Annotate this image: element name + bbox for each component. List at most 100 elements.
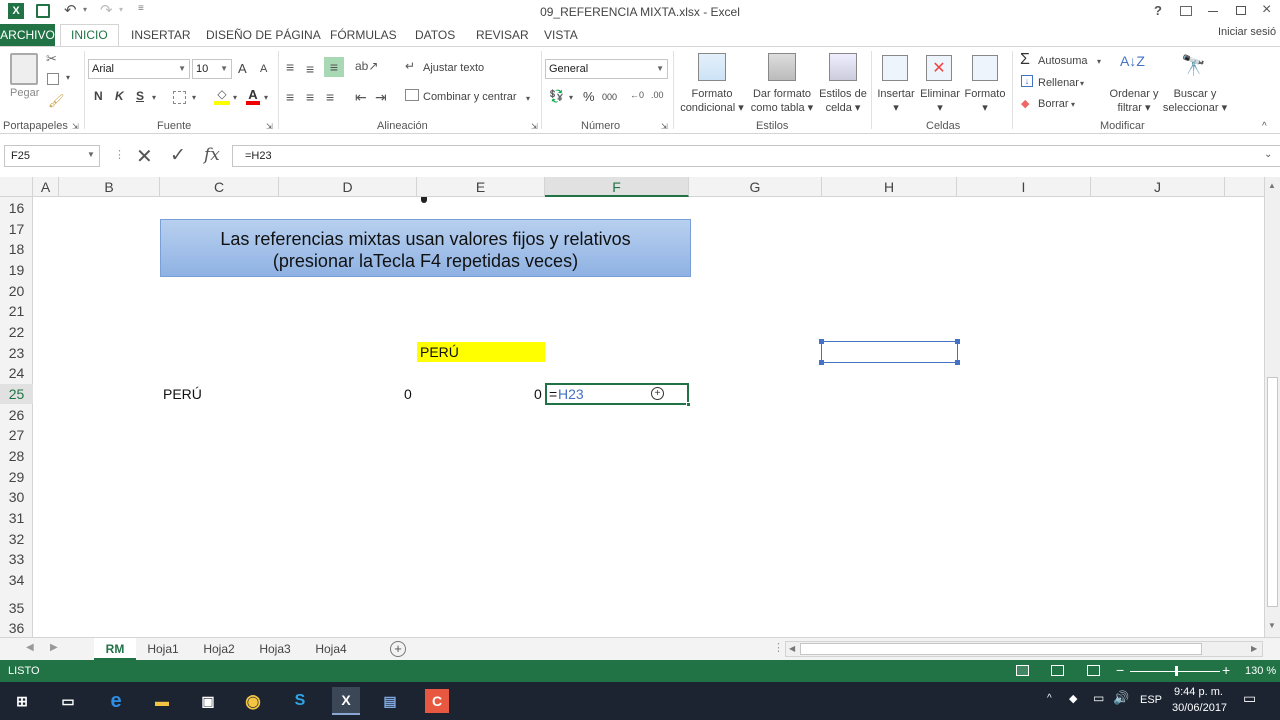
sheet-tab-hoja1[interactable]: Hoja1 [138, 638, 188, 660]
delete-cells-icon[interactable]: ✕ [926, 55, 952, 81]
number-format-select[interactable]: General ▼ [545, 59, 668, 79]
row-header-26[interactable]: 26 [0, 405, 33, 425]
tab-inicio[interactable]: INICIO [60, 24, 119, 47]
tab-diseno-pagina[interactable]: DISEÑO DE PÁGINA [206, 28, 321, 42]
show-hidden-icons-icon[interactable]: ^ [1047, 693, 1052, 704]
cell-e23[interactable]: PERÚ [417, 342, 545, 362]
autosum-button[interactable]: Autosuma [1038, 55, 1088, 67]
grow-font-icon[interactable]: A [238, 61, 247, 76]
scroll-down-icon[interactable]: ▼ [1268, 621, 1276, 630]
format-cells-button[interactable]: Formato ▾ [962, 87, 1008, 115]
align-bottom-icon[interactable]: ≡ [324, 57, 344, 77]
tab-formulas[interactable]: FÓRMULAS [330, 28, 397, 42]
portapapeles-launcher-icon[interactable]: ⇲ [72, 122, 79, 131]
font-color-dropdown-icon[interactable]: ▾ [264, 93, 268, 102]
zoom-slider[interactable] [1130, 666, 1220, 676]
sort-filter-button[interactable]: Ordenar y filtrar ▾ [1106, 87, 1162, 115]
bold-button[interactable]: N [94, 89, 103, 103]
sheet-tab-hoja2[interactable]: Hoja2 [194, 638, 244, 660]
row-header-17[interactable]: 17 [0, 219, 33, 239]
alineacion-launcher-icon[interactable]: ⇲ [531, 122, 538, 131]
autosum-dropdown-icon[interactable]: ▾ [1097, 57, 1101, 66]
fill-color-dropdown-icon[interactable]: ▾ [233, 93, 237, 102]
cancel-entry-icon[interactable]: ✕ [136, 144, 153, 169]
fill-handle[interactable] [686, 402, 691, 407]
minimize-icon[interactable] [1208, 11, 1218, 12]
excel-taskbar-icon[interactable]: X [332, 687, 360, 715]
cell-e25[interactable]: 0 [534, 384, 542, 404]
wrap-text-icon[interactable]: ↵ [405, 59, 415, 73]
clear-icon[interactable]: ◆ [1021, 97, 1029, 110]
camtasia-icon[interactable]: C [425, 689, 449, 713]
paste-label[interactable]: Pegar [10, 87, 39, 99]
underline-button[interactable]: S [136, 89, 144, 103]
row-header-16[interactable]: 16 [0, 198, 33, 218]
row-header-36[interactable]: 36 [0, 618, 33, 638]
format-as-table-icon[interactable] [768, 53, 796, 81]
more-sheets-icon[interactable]: ⋮ [773, 641, 784, 654]
row-header-22[interactable]: 22 [0, 322, 33, 342]
scroll-left-tabs-icon[interactable]: ◀ [26, 642, 34, 653]
font-size-select[interactable]: 10 ▼ [192, 59, 232, 79]
sheet-tab-rm[interactable]: RM [94, 638, 136, 660]
edge-browser-icon[interactable]: e [104, 689, 128, 713]
tab-revisar[interactable]: REVISAR [476, 28, 529, 42]
merge-center-button[interactable]: Combinar y centrar [423, 91, 517, 103]
ribbon-display-icon[interactable] [1180, 6, 1192, 16]
merge-dropdown-icon[interactable]: ▾ [526, 94, 530, 103]
column-header-b[interactable]: B [59, 177, 160, 197]
cell-styles-button[interactable]: Estilos de celda ▾ [815, 87, 871, 115]
horizontal-scroll-thumb[interactable] [800, 643, 1202, 655]
column-header-h[interactable]: H [822, 177, 957, 197]
cell-h23-reference[interactable] [819, 339, 960, 365]
name-box[interactable]: F25 [4, 145, 100, 167]
align-right-icon[interactable]: ≡ [326, 89, 334, 105]
accounting-format-icon[interactable]: 💱 [549, 89, 564, 103]
app-window-icon[interactable]: ▤ [378, 689, 402, 713]
row-header-23[interactable]: 23 [0, 343, 33, 363]
column-header-d[interactable]: D [279, 177, 417, 197]
column-header-g[interactable]: G [689, 177, 822, 197]
tab-datos[interactable]: DATOS [415, 28, 455, 42]
page-break-view-icon[interactable] [1087, 665, 1100, 676]
wrap-text-button[interactable]: Ajustar texto [423, 62, 484, 74]
fuente-launcher-icon[interactable]: ⇲ [266, 122, 273, 131]
row-header-34[interactable]: 34 [0, 570, 33, 590]
find-select-button[interactable]: Buscar y seleccionar ▾ [1162, 87, 1228, 115]
fill-dropdown-icon[interactable]: ▾ [1080, 79, 1084, 88]
align-middle-icon[interactable]: ≡ [306, 61, 314, 77]
cell-styles-icon[interactable] [829, 53, 857, 81]
tab-archivo[interactable]: ARCHIVO [0, 24, 55, 46]
delete-cells-button[interactable]: Eliminar ▾ [916, 87, 964, 115]
vertical-scrollbar[interactable]: ▲ ▼ [1264, 177, 1280, 637]
help-icon[interactable]: ? [1154, 3, 1162, 18]
increase-decimal-icon[interactable]: ←0 [630, 90, 644, 100]
fill-icon[interactable]: ↓ [1021, 75, 1033, 87]
chrome-icon[interactable]: ◉ [241, 689, 265, 713]
file-explorer-icon[interactable]: ▬ [150, 689, 174, 713]
clock-date[interactable]: 30/06/2017 [1172, 702, 1227, 714]
format-cells-icon[interactable] [972, 55, 998, 81]
scroll-right-icon[interactable]: ▶ [1251, 644, 1257, 653]
row-header-31[interactable]: 31 [0, 508, 33, 528]
expand-formula-bar-icon[interactable]: ⌄ [1264, 149, 1272, 160]
row-header-27[interactable]: 27 [0, 425, 33, 445]
paste-icon[interactable] [10, 53, 38, 85]
font-name-select[interactable]: Arial ▼ [88, 59, 190, 79]
zoom-level[interactable]: 130 % [1245, 665, 1276, 677]
confirm-entry-icon[interactable]: ✓ [170, 144, 186, 167]
normal-view-icon[interactable] [1016, 665, 1029, 676]
row-header-18[interactable]: 18 [0, 239, 33, 259]
column-header-i[interactable]: I [957, 177, 1091, 197]
network-icon[interactable]: ▭ [1093, 691, 1104, 705]
sheet-tab-hoja3[interactable]: Hoja3 [250, 638, 300, 660]
row-header-25[interactable]: 25 [0, 384, 33, 404]
clear-button[interactable]: Borrar [1038, 98, 1069, 110]
borders-icon[interactable] [173, 91, 186, 104]
shrink-font-icon[interactable]: A [260, 63, 267, 75]
input-language[interactable]: ESP [1140, 694, 1162, 706]
zoom-in-icon[interactable]: + [1222, 662, 1230, 678]
sheet-tab-hoja4[interactable]: Hoja4 [306, 638, 356, 660]
windows-start-icon[interactable]: ⊞ [10, 689, 34, 713]
merge-center-icon[interactable] [405, 89, 419, 101]
